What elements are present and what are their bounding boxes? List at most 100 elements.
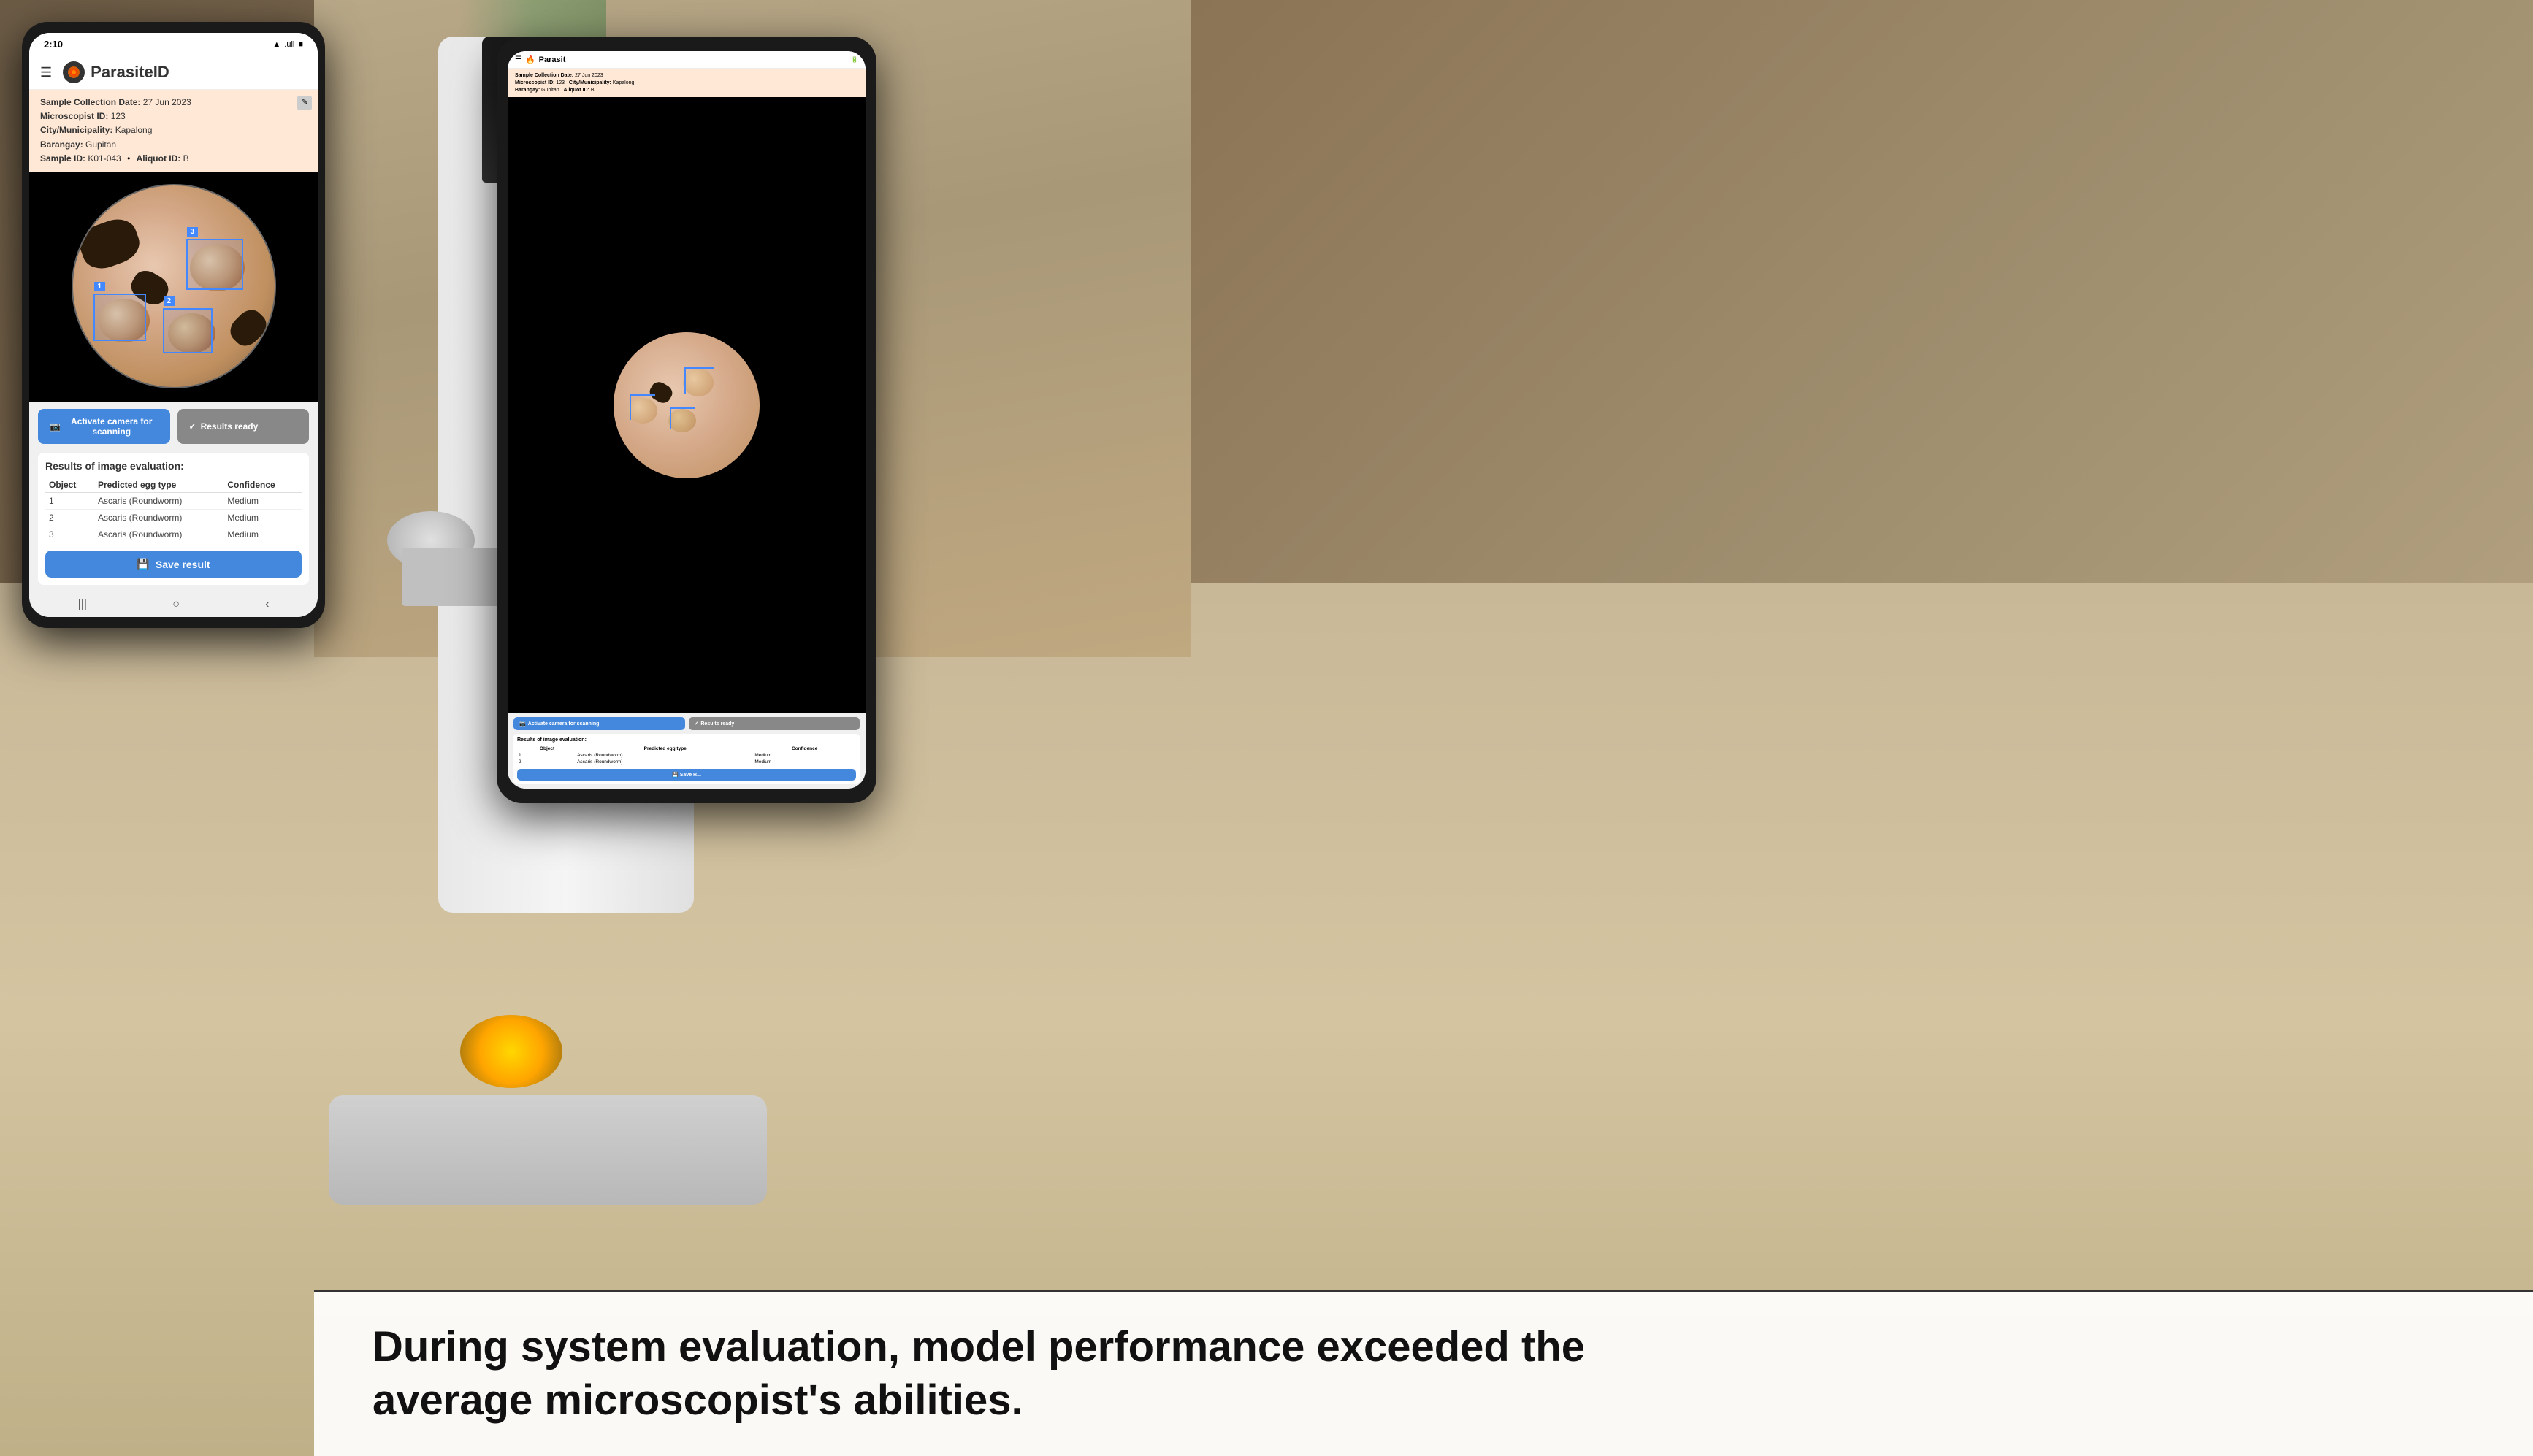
small-phone-header: ☰ 🔥 Parasit 🔋 bbox=[508, 51, 866, 69]
small-col-object: Object bbox=[519, 746, 576, 751]
microscope-base bbox=[329, 1095, 767, 1205]
col-confidence: Confidence bbox=[224, 478, 302, 493]
sample-collection-date: Sample Collection Date: 27 Jun 2023 bbox=[40, 96, 307, 110]
small-obj-1: 1 bbox=[519, 753, 576, 758]
sample-info-bar: Sample Collection Date: 27 Jun 2023 Micr… bbox=[29, 90, 318, 172]
detection-box-2-label: 2 bbox=[164, 296, 175, 306]
camera-icon: 📷 bbox=[50, 421, 61, 432]
city-row: City/Municipality: Kapalong bbox=[40, 123, 307, 137]
row1-confidence: Medium bbox=[224, 493, 302, 510]
phone-mockup: 2:10 ▲ .ull ■ ☰ ParasiteID bbox=[22, 22, 325, 628]
microscope-light bbox=[460, 1015, 562, 1088]
activate-camera-label: Activate camera for scanning bbox=[65, 416, 158, 437]
small-conf-1: Medium bbox=[754, 753, 855, 758]
col-object: Object bbox=[45, 478, 94, 493]
small-app-title: Parasit bbox=[539, 55, 566, 64]
detection-box-1: 1 bbox=[93, 294, 146, 341]
phone-screen: 2:10 ▲ .ull ■ ☰ ParasiteID bbox=[29, 33, 318, 617]
microscope-view-area: 1 2 3 bbox=[29, 172, 318, 402]
table-row-3: 3 Ascaris (Roundworm) Medium bbox=[45, 526, 302, 543]
results-section: Results of image evaluation: Object Pred… bbox=[38, 453, 309, 585]
results-table: Object Predicted egg type Confidence 1 A… bbox=[45, 478, 302, 543]
row3-object: 3 bbox=[45, 526, 94, 543]
small-col-confidence: Confidence bbox=[754, 746, 855, 751]
row2-object: 2 bbox=[45, 510, 94, 526]
battery-icon: ■ bbox=[298, 40, 303, 49]
city-label: City/Municipality: bbox=[40, 125, 112, 135]
row2-confidence: Medium bbox=[224, 510, 302, 526]
small-egg-1: Ascaris (Roundworm) bbox=[577, 753, 753, 758]
sample-id-row: Sample ID: K01-043 • Aliquot ID: B bbox=[40, 152, 307, 166]
caption-bar: During system evaluation, model performa… bbox=[314, 1290, 2533, 1456]
wifi-icon: ▲ bbox=[272, 40, 280, 49]
sample-id-value: K01-043 bbox=[88, 153, 121, 164]
small-sample-info: Sample Collection Date: 27 Jun 2023 Micr… bbox=[508, 69, 866, 97]
table-row-1: 1 Ascaris (Roundworm) Medium bbox=[45, 493, 302, 510]
save-result-label: Save result bbox=[156, 559, 210, 570]
bottom-controls: 📷 Activate camera for scanning ✓ Results… bbox=[29, 402, 318, 592]
results-ready-button[interactable]: ✓ Results ready bbox=[177, 409, 310, 444]
results-ready-label: Results ready bbox=[201, 421, 259, 432]
collection-date-value: 27 Jun 2023 bbox=[143, 97, 191, 107]
phone-on-microscope-screen: ☰ 🔥 Parasit 🔋 Sample Collection Date: 27… bbox=[508, 51, 866, 789]
circular-view: 1 2 3 bbox=[72, 184, 276, 388]
microscopist-row: Microscopist ID: 123 bbox=[40, 110, 307, 123]
barangay-label: Barangay: bbox=[40, 139, 83, 150]
status-time: 2:10 bbox=[44, 39, 63, 50]
app-logo-icon bbox=[63, 61, 85, 83]
collection-date-label: Sample Collection Date: bbox=[40, 97, 140, 107]
small-results-title: Results of image evaluation: bbox=[517, 737, 856, 743]
signal-icon: .ull bbox=[284, 40, 294, 49]
phone-on-microscope: ☰ 🔥 Parasit 🔋 Sample Collection Date: 27… bbox=[497, 37, 876, 803]
detection-box-2: 2 bbox=[163, 308, 213, 353]
nav-home-icon[interactable]: ○ bbox=[172, 598, 180, 611]
activate-camera-button[interactable]: 📷 Activate camera for scanning bbox=[38, 409, 170, 444]
small-activate-camera-btn[interactable]: 📷 Activate camera for scanning bbox=[513, 717, 685, 730]
small-results-ready-btn[interactable]: ✓ Results ready bbox=[689, 717, 860, 730]
caption-line2: average microscopist's abilities. bbox=[372, 1376, 1023, 1424]
city-value: Kapalong bbox=[115, 125, 153, 135]
barangay-value: Gupitan bbox=[85, 139, 116, 150]
detection-box-3-label: 3 bbox=[187, 227, 199, 237]
app-header: ☰ ParasiteID bbox=[29, 55, 318, 90]
small-col-predicted: Predicted egg type bbox=[577, 746, 753, 751]
small-scan-buttons: 📷 Activate camera for scanning ✓ Results… bbox=[513, 717, 860, 730]
microscopist-value: 123 bbox=[111, 111, 126, 121]
save-result-button[interactable]: 💾 Save result bbox=[45, 551, 302, 578]
small-bottom-controls: 📷 Activate camera for scanning ✓ Results… bbox=[508, 713, 866, 789]
small-result-row-1: 1 Ascaris (Roundworm) Medium bbox=[519, 753, 855, 758]
nav-menu-icon[interactable]: ||| bbox=[78, 598, 87, 611]
edit-button[interactable]: ✎ bbox=[297, 96, 312, 110]
small-save-btn[interactable]: 💾 Save R... bbox=[517, 769, 856, 781]
small-results-ready-label: Results ready bbox=[700, 721, 734, 727]
debris-3 bbox=[225, 305, 272, 352]
checkmark-icon: ✓ bbox=[189, 421, 196, 432]
table-row-2: 2 Ascaris (Roundworm) Medium bbox=[45, 510, 302, 526]
app-title: ParasiteID bbox=[91, 63, 169, 82]
menu-icon[interactable]: ☰ bbox=[40, 65, 52, 80]
status-icons: ▲ .ull ■ bbox=[272, 40, 303, 49]
save-icon: 💾 bbox=[137, 558, 149, 570]
caption-line1: During system evaluation, model performa… bbox=[372, 1323, 1585, 1371]
small-obj-2: 2 bbox=[519, 759, 576, 765]
results-table-header: Object Predicted egg type Confidence bbox=[45, 478, 302, 493]
debris-2 bbox=[74, 214, 145, 275]
detection-box-1-label: 1 bbox=[94, 282, 106, 291]
results-title: Results of image evaluation: bbox=[45, 460, 302, 472]
small-result-row-2: 2 Ascaris (Roundworm) Medium bbox=[519, 759, 855, 765]
row1-object: 1 bbox=[45, 493, 94, 510]
detection-box-3: 3 bbox=[186, 239, 243, 290]
small-conf-2: Medium bbox=[754, 759, 855, 765]
phone-nav-bar: ||| ○ ‹ bbox=[29, 592, 318, 617]
barangay-row: Barangay: Gupitan bbox=[40, 138, 307, 152]
status-bar: 2:10 ▲ .ull ■ bbox=[29, 33, 318, 55]
sample-id-label: Sample ID: bbox=[40, 153, 85, 164]
aliquot-value: B bbox=[183, 153, 189, 164]
row3-egg-type: Ascaris (Roundworm) bbox=[94, 526, 224, 543]
app-logo-area: ParasiteID bbox=[63, 61, 169, 83]
col-predicted-egg-type: Predicted egg type bbox=[94, 478, 224, 493]
row1-egg-type: Ascaris (Roundworm) bbox=[94, 493, 224, 510]
nav-back-icon[interactable]: ‹ bbox=[265, 598, 269, 611]
microscopist-label: Microscopist ID: bbox=[40, 111, 108, 121]
caption-text: During system evaluation, model performa… bbox=[372, 1321, 2475, 1427]
